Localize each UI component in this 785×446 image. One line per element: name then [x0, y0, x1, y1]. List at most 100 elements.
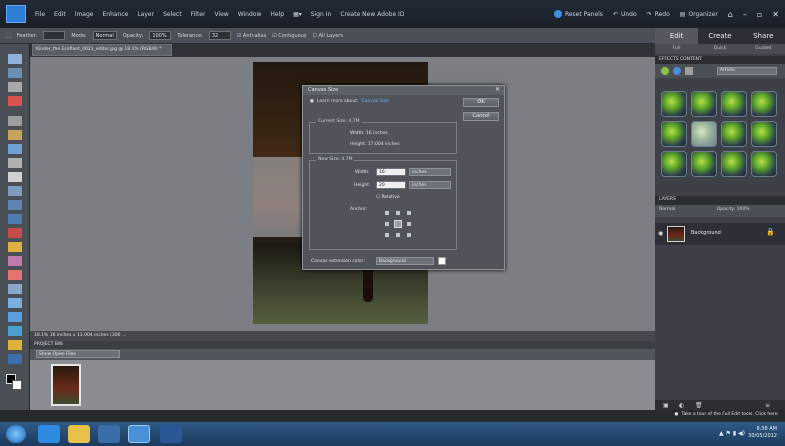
- show-files-select[interactable]: Show Open Files: [36, 350, 120, 358]
- type-tool-icon[interactable]: [8, 172, 22, 182]
- reset-panels-button[interactable]: Reset Panels: [553, 10, 603, 18]
- anchor-w[interactable]: [385, 222, 389, 226]
- system-tray[interactable]: ▲ ⚑ ▮ ◀): [719, 430, 745, 437]
- photoshop-elements-taskbar-icon[interactable]: [128, 425, 150, 443]
- sign-in-link[interactable]: Sign In: [311, 11, 332, 18]
- anchor-n[interactable]: [396, 211, 400, 215]
- all-layers-checkbox[interactable]: ☐ All Layers: [313, 33, 343, 39]
- layer-opacity[interactable]: Opacity: 100%: [717, 207, 750, 212]
- height-unit-select[interactable]: inches: [409, 181, 451, 189]
- subtab-guided[interactable]: Guided: [742, 44, 785, 54]
- effect-thumbnail[interactable]: [691, 151, 717, 177]
- photo-effects-icon[interactable]: [685, 67, 693, 75]
- document-tab[interactable]: Kinder_the Ecofiant_0021_editor.jpg @ 18…: [32, 44, 172, 56]
- anchor-sw[interactable]: [385, 233, 389, 237]
- selection-brush-icon[interactable]: [8, 158, 22, 168]
- new-layer-icon[interactable]: ▣: [663, 402, 669, 409]
- effect-thumbnail[interactable]: [751, 91, 777, 117]
- subtab-full[interactable]: Full: [655, 44, 698, 54]
- background-color-swatch[interactable]: [12, 380, 22, 390]
- gradient-tool-icon[interactable]: [8, 312, 22, 322]
- clock[interactable]: 8:38 AM 30/05/2012: [748, 426, 777, 440]
- anchor-ne[interactable]: [407, 211, 411, 215]
- workspace-icon[interactable]: ▦▾: [293, 11, 302, 18]
- redo-button[interactable]: ↷ Redo: [647, 11, 670, 18]
- menu-window[interactable]: Window: [238, 11, 262, 18]
- effect-thumbnail[interactable]: [721, 121, 747, 147]
- paint-bucket-icon[interactable]: [8, 298, 22, 308]
- cancel-button[interactable]: Cancel: [463, 112, 499, 121]
- anchor-s[interactable]: [396, 233, 400, 237]
- width-unit-select[interactable]: inches: [409, 168, 451, 176]
- red-eye-tool-icon[interactable]: [8, 228, 22, 238]
- menu-layer[interactable]: Layer: [137, 11, 154, 18]
- panel-menu-icon[interactable]: ≡: [765, 402, 770, 409]
- adjustment-layer-icon[interactable]: ◐: [679, 402, 684, 409]
- lasso-tool-icon[interactable]: [8, 130, 22, 140]
- effects-header[interactable]: EFFECTS CONTENT: [655, 56, 785, 64]
- effect-thumbnail[interactable]: [661, 91, 687, 117]
- effect-thumbnail[interactable]: [751, 121, 777, 147]
- project-bin-thumbnail[interactable]: [51, 364, 81, 406]
- layers-header[interactable]: LAYERS: [655, 196, 785, 205]
- media-player-icon[interactable]: [98, 425, 120, 443]
- clone-stamp-icon[interactable]: [8, 256, 22, 266]
- antialias-checkbox[interactable]: ☑ Anti-alias: [237, 33, 266, 39]
- anchor-center[interactable]: [394, 220, 402, 228]
- opacity-field[interactable]: 100%: [149, 31, 172, 40]
- magic-wand-tool-icon[interactable]: [8, 144, 22, 154]
- effect-thumbnail[interactable]: [691, 121, 717, 147]
- feather-field[interactable]: [43, 31, 66, 40]
- menu-image[interactable]: Image: [75, 11, 94, 18]
- menu-edit[interactable]: Edit: [54, 11, 66, 18]
- effect-thumbnail[interactable]: [721, 151, 747, 177]
- crop-tool-icon[interactable]: [8, 186, 22, 196]
- menu-help[interactable]: Help: [270, 11, 284, 18]
- organizer-button[interactable]: ▤ Organizer: [680, 11, 718, 18]
- move-tool-icon[interactable]: [8, 54, 22, 64]
- file-explorer-icon[interactable]: [68, 425, 90, 443]
- relative-checkbox[interactable]: ☐ Relative: [376, 195, 400, 200]
- marquee-tool-icon[interactable]: [8, 116, 22, 126]
- word-icon[interactable]: [160, 425, 182, 443]
- create-id-link[interactable]: Create New Adobe ID: [340, 11, 404, 18]
- menu-filter[interactable]: Filter: [191, 11, 206, 18]
- maximize-icon[interactable]: ▫: [757, 10, 762, 19]
- sponge-tool-icon[interactable]: [8, 354, 22, 364]
- eyedropper-tool-icon[interactable]: [8, 96, 22, 106]
- extension-color-select[interactable]: Background: [376, 257, 434, 265]
- spot-healing-icon[interactable]: [8, 242, 22, 252]
- layer-row[interactable]: ◉ Background 🔒: [655, 223, 785, 245]
- filters-icon[interactable]: [661, 67, 669, 75]
- anchor-se[interactable]: [407, 233, 411, 237]
- blur-tool-icon[interactable]: [8, 340, 22, 350]
- effects-category-select[interactable]: Artistic: [717, 67, 777, 75]
- width-input[interactable]: 16: [376, 168, 406, 176]
- close-icon[interactable]: ✕: [772, 10, 779, 19]
- menu-select[interactable]: Select: [163, 11, 182, 18]
- brush-tool-icon[interactable]: [8, 284, 22, 294]
- contiguous-checkbox[interactable]: ☑ Contiguous: [272, 33, 306, 39]
- effect-thumbnail[interactable]: [661, 151, 687, 177]
- dialog-close-icon[interactable]: ✕: [495, 86, 500, 93]
- hand-tool-icon[interactable]: [8, 82, 22, 92]
- tab-share[interactable]: Share: [742, 28, 785, 44]
- home-icon[interactable]: ⌂: [728, 10, 733, 19]
- effect-thumbnail[interactable]: [691, 91, 717, 117]
- tab-edit[interactable]: Edit: [655, 28, 699, 44]
- blend-mode-select[interactable]: Normal: [659, 207, 675, 212]
- start-button-icon[interactable]: [6, 425, 26, 443]
- menu-file[interactable]: File: [35, 11, 45, 18]
- extension-color-swatch[interactable]: [438, 257, 446, 265]
- learn-more-link[interactable]: Canvas Size: [362, 99, 389, 104]
- delete-layer-icon[interactable]: 🗑: [695, 402, 703, 409]
- effect-thumbnail[interactable]: [721, 91, 747, 117]
- recompose-tool-icon[interactable]: [8, 200, 22, 210]
- subtab-quick[interactable]: Quick: [698, 44, 741, 54]
- anchor-grid[interactable]: [385, 211, 411, 237]
- ok-button[interactable]: OK: [463, 98, 499, 107]
- undo-button[interactable]: ↶ Undo: [613, 11, 637, 18]
- marquee-tool-icon[interactable]: ⬚: [6, 33, 11, 39]
- minimize-icon[interactable]: –: [743, 10, 747, 19]
- shape-tool-icon[interactable]: [8, 326, 22, 336]
